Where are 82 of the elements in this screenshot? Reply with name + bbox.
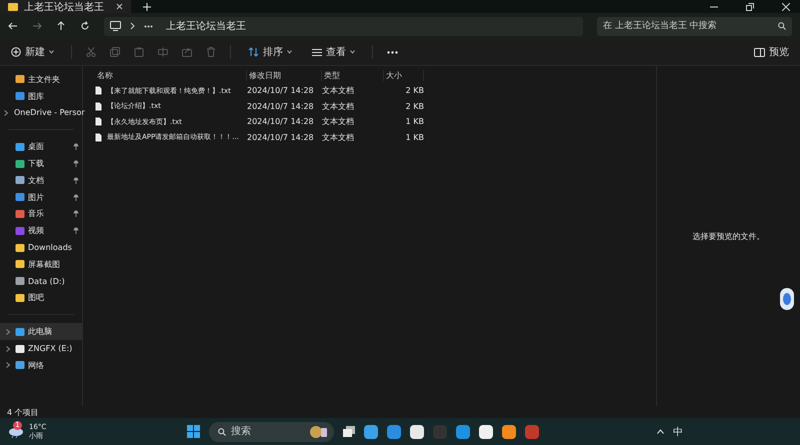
preview-button[interactable]: 预览 [751,43,792,61]
sidebar-item[interactable]: Downloads [0,239,82,256]
table-cell-text: 文本文档 [322,132,355,143]
column-header[interactable]: 类型 [322,70,384,80]
close-icon[interactable] [782,2,790,10]
sidebar-item[interactable]: 网络 [0,356,82,374]
preview-pane-icon [754,48,765,56]
search-icon [778,22,786,30]
sidebar-item[interactable]: Data (D:) [0,272,82,290]
sidebar-item[interactable]: 屏幕截图 [0,256,82,273]
column-header[interactable]: 修改日期 [247,70,322,80]
table-cell-text: 文本文档 [322,85,355,96]
plus-circle-icon [11,47,21,57]
table-cell-text: 2024/10/7 14:28 [247,86,315,96]
input-method-indicator[interactable]: 中 [673,424,683,438]
pin-icon[interactable] [73,227,79,234]
sidebar-item[interactable]: 文档 [0,172,82,189]
chevron-right-icon [130,22,135,30]
pin-icon[interactable] [73,176,79,184]
sort-button[interactable]: 排序 [245,43,295,61]
table-cell-text: 2 KB [404,86,424,96]
table-cell-text: 2024/10/7 14:28 [247,132,315,142]
back-icon[interactable] [8,21,18,31]
pin-icon[interactable] [73,143,79,150]
search-icon [218,428,226,436]
task-view-icon[interactable] [343,426,355,437]
refresh-icon[interactable] [80,21,90,31]
sort-icon [248,47,259,57]
column-header[interactable]: 名称 [95,70,247,80]
more-icon[interactable] [387,50,398,54]
window-tab[interactable]: 上老王论坛当老王 [0,0,131,13]
chevron-right-icon[interactable] [6,362,10,368]
app-icon[interactable] [479,424,493,438]
item-count: 4 个项目 [7,406,39,418]
view-button[interactable]: 查看 [309,43,358,61]
sidebar-item[interactable]: 下载 [0,155,82,172]
chevron-right-icon[interactable] [6,328,10,335]
caret-icon [287,50,292,54]
sidebar-item[interactable]: 音乐 [0,206,82,222]
table-cell-text: 文本文档 [322,116,355,128]
app-icon[interactable] [502,424,516,438]
sidebar-item[interactable]: 图片 [0,188,82,206]
table-cell-text: 2024/10/7 14:28 [247,117,315,126]
add-tab-icon[interactable] [143,2,151,10]
chevron-right-icon[interactable] [4,110,8,116]
table-cell-text: 2 KB [404,102,424,111]
table-cell-text: 文本文档 [322,100,355,112]
new-button[interactable]: 新建 [8,43,57,61]
table-cell-text: 2024/10/7 14:28 [247,102,315,111]
restore-icon[interactable] [746,2,754,10]
sidebar-item[interactable]: 图吧 [0,290,82,306]
sidebar-item[interactable]: 此电脑 [0,323,82,340]
column-header[interactable]: 大小 [384,70,424,80]
chevron-up-icon[interactable] [657,429,664,434]
table-cell-text: 1 KB [404,117,424,126]
close-icon[interactable] [116,3,123,10]
up-icon[interactable] [56,21,66,31]
search-field[interactable]: 在 上老王论坛当老王 中搜索 [597,16,792,36]
pin-icon[interactable] [73,194,79,201]
caret-icon [350,50,355,54]
pin-icon[interactable] [73,160,79,168]
monitor-icon [110,21,121,31]
chevron-right-icon[interactable] [6,346,10,352]
sidebar-item[interactable]: 桌面 [0,138,82,156]
sidebar-item[interactable]: ZNGFX (E:) [0,340,82,357]
assistant-bubble-icon[interactable] [780,288,794,310]
address-field[interactable]: 上老王论坛当老王 [104,16,583,36]
sidebar-item[interactable]: 视频 [0,222,82,240]
app-icon[interactable] [364,424,378,438]
list-view-icon [312,48,322,56]
forward-icon[interactable] [32,21,42,31]
more-icon[interactable] [144,24,153,28]
app-icon[interactable] [410,424,424,438]
caret-icon [49,50,54,54]
sidebar-item[interactable]: 主文件夹 [0,71,82,88]
windows-start-icon[interactable] [187,425,200,438]
table-cell-text: 1 KB [404,132,424,142]
pin-icon[interactable] [73,210,79,218]
cloud-rain-icon [8,426,24,438]
taskbar-search-field[interactable]: 搜索 [209,422,334,442]
preview-message: 选择要预览的文件。 [692,230,764,242]
sidebar-item[interactable]: 图库 [0,88,82,105]
